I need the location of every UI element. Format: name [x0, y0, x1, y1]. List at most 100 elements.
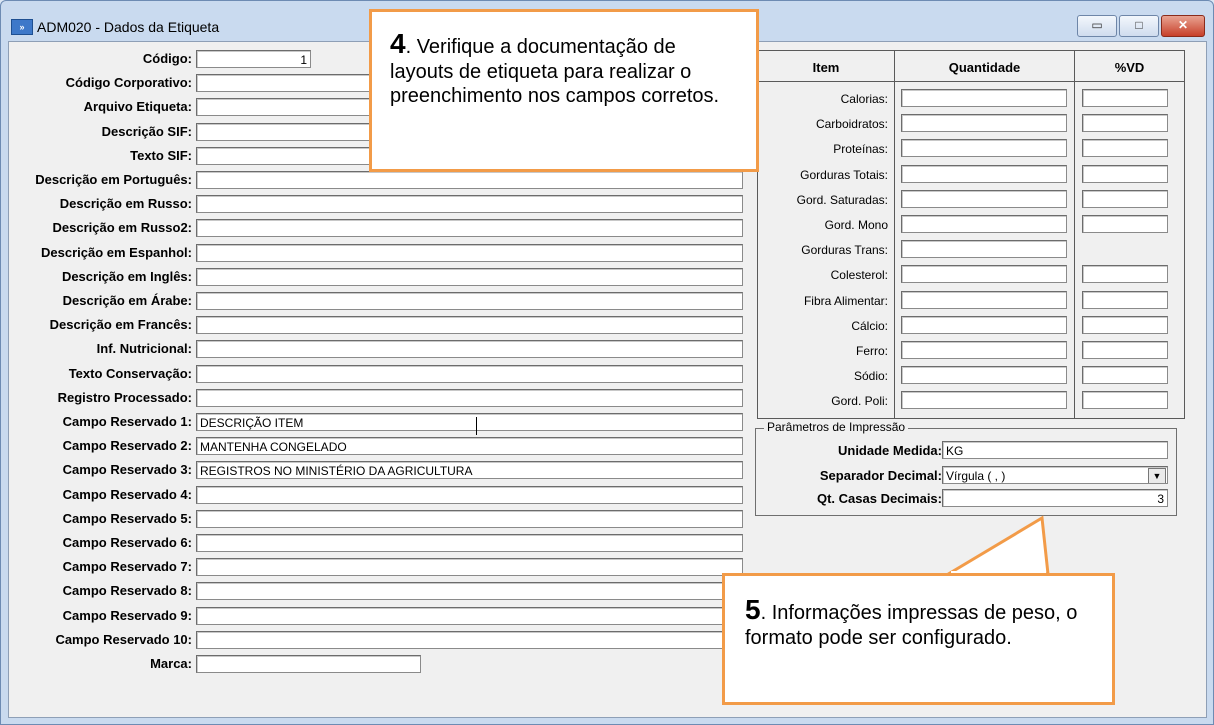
quantity-field[interactable]	[901, 341, 1067, 359]
close-button[interactable]: ✕	[1161, 15, 1205, 37]
form-field[interactable]	[196, 509, 743, 528]
callout-4: 4. Verifique a documentação de layouts d…	[369, 9, 759, 172]
form-field[interactable]	[196, 243, 743, 262]
callout-4-number: 4	[390, 28, 406, 59]
form-field[interactable]: MANTENHA CONGELADO	[196, 437, 743, 456]
form-field[interactable]	[196, 630, 743, 649]
vd-field[interactable]	[1082, 89, 1168, 107]
quantity-field[interactable]	[901, 114, 1067, 133]
vd-field[interactable]	[1082, 315, 1168, 334]
field-label: Descrição em Francês:	[49, 317, 192, 333]
form-field[interactable]	[196, 582, 743, 601]
quantity-field[interactable]	[901, 265, 1067, 284]
form-field[interactable]	[196, 195, 743, 214]
quantity-field[interactable]	[901, 240, 1067, 259]
field-label: Campo Reservado 3:	[62, 462, 192, 478]
field-label: Texto SIF:	[130, 147, 192, 163]
vd-field[interactable]	[1082, 215, 1168, 233]
field-label: Descrição em Árabe:	[62, 293, 192, 308]
field-label: Campo Reservado 1:	[62, 414, 192, 429]
nutrition-table: Item Quantidade %VD Calorias: Carboidrato…	[757, 50, 1185, 419]
quantity-field[interactable]	[901, 189, 1067, 208]
form-field[interactable]	[196, 655, 421, 673]
divider	[894, 51, 895, 418]
field-label: Descrição em Inglês:	[61, 268, 192, 284]
quantity-field[interactable]	[901, 290, 1067, 309]
form-field[interactable]	[196, 171, 743, 189]
quantity-field[interactable]	[901, 366, 1067, 385]
separator-label: Separador Decimal:	[819, 468, 942, 483]
field-label: Inf. Nutricional:	[96, 341, 192, 357]
minimize-button[interactable]: ▭	[1077, 15, 1117, 37]
form-field[interactable]	[196, 267, 743, 286]
quantity-field[interactable]	[901, 215, 1067, 233]
decimals-label: Qt. Casas Decimais:	[816, 491, 942, 506]
field-label: Descrição em Russo2:	[52, 220, 192, 236]
unit-field[interactable]: KG	[942, 441, 1168, 459]
print-params-title: Parâmetros de Impressão	[764, 420, 909, 434]
vd-field[interactable]	[1082, 189, 1168, 208]
field-label: Campo Reservado 6:	[62, 535, 192, 550]
vd-field[interactable]	[1082, 164, 1168, 183]
minimize-icon: ▭	[1091, 18, 1103, 32]
nutrient-label: Sódio:	[853, 369, 888, 384]
nutrient-label: Proteínas:	[833, 142, 888, 157]
form-field[interactable]	[196, 98, 371, 117]
callout-5-text: . Informações impressas de peso, o forma…	[745, 602, 1078, 649]
window-title: ADM020 - Dados da Etiqueta	[37, 19, 220, 35]
form-field[interactable]	[196, 219, 743, 238]
nutrient-label: Cálcio:	[851, 318, 888, 333]
quantity-field[interactable]	[901, 164, 1067, 183]
field-label: Descrição em Russo:	[59, 196, 192, 212]
form-field[interactable]: DESCRIÇÃO ITEM	[196, 413, 743, 431]
quantity-field[interactable]	[901, 89, 1067, 107]
field-label: Texto Conservação:	[68, 365, 192, 381]
field-label: Campo Reservado 8:	[62, 583, 192, 599]
quantity-field[interactable]	[901, 139, 1067, 158]
nutrient-label: Gord. Saturadas:	[796, 192, 888, 207]
field-label: Campo Reservado 10:	[55, 631, 192, 647]
form-field[interactable]	[196, 316, 743, 335]
field-label: Campo Reservado 9:	[62, 607, 192, 623]
header-vd: %VD	[1075, 51, 1184, 82]
form-field[interactable]	[196, 364, 743, 383]
nutrient-label: Gord. Poli:	[831, 394, 888, 409]
form-field[interactable]	[196, 558, 743, 577]
field-label: Descrição SIF:	[101, 123, 192, 139]
form-field[interactable]	[196, 292, 743, 310]
vd-field[interactable]	[1082, 341, 1168, 359]
field-label: Registro Processado:	[57, 389, 192, 405]
quantity-field[interactable]	[901, 315, 1067, 334]
form-field[interactable]	[196, 388, 743, 407]
unit-label: Unidade Medida:	[837, 443, 942, 458]
nutrient-label: Ferro:	[855, 344, 888, 358]
nutrient-label: Carboidratos:	[815, 117, 888, 132]
form-field[interactable]: 1	[196, 50, 311, 68]
nutrient-label: Colesterol:	[830, 268, 888, 283]
nutrient-label: Gord. Mono	[824, 218, 888, 232]
decimals-field[interactable]: 3	[942, 489, 1168, 507]
vd-field[interactable]	[1082, 290, 1168, 309]
field-label: Arquivo Etiqueta:	[83, 99, 192, 115]
form-field[interactable]	[196, 534, 743, 552]
form-field[interactable]	[196, 122, 371, 141]
quantity-field[interactable]	[901, 391, 1067, 410]
form-field[interactable]	[196, 340, 743, 359]
maximize-button[interactable]: □	[1119, 15, 1159, 37]
form-field[interactable]: REGISTROS NO MINISTÉRIO DA AGRICULTURA	[196, 461, 743, 480]
form-field[interactable]	[196, 485, 743, 504]
form-field[interactable]	[196, 146, 371, 165]
vd-field[interactable]	[1082, 139, 1168, 158]
app-icon[interactable]: »	[11, 19, 33, 35]
form-field[interactable]	[196, 606, 743, 625]
vd-field[interactable]	[1082, 391, 1168, 410]
form-field[interactable]	[196, 74, 371, 93]
vd-field[interactable]	[1082, 114, 1168, 133]
field-label: Campo Reservado 4:	[62, 486, 192, 502]
header-item: Item	[758, 51, 894, 82]
chevron-down-icon[interactable]: ▼	[1148, 468, 1166, 483]
nutrient-label: Gorduras Trans:	[801, 243, 888, 258]
vd-field[interactable]	[1082, 366, 1168, 385]
separator-select[interactable]: Vírgula ( , ) ▼	[942, 466, 1168, 484]
vd-field[interactable]	[1082, 265, 1168, 284]
